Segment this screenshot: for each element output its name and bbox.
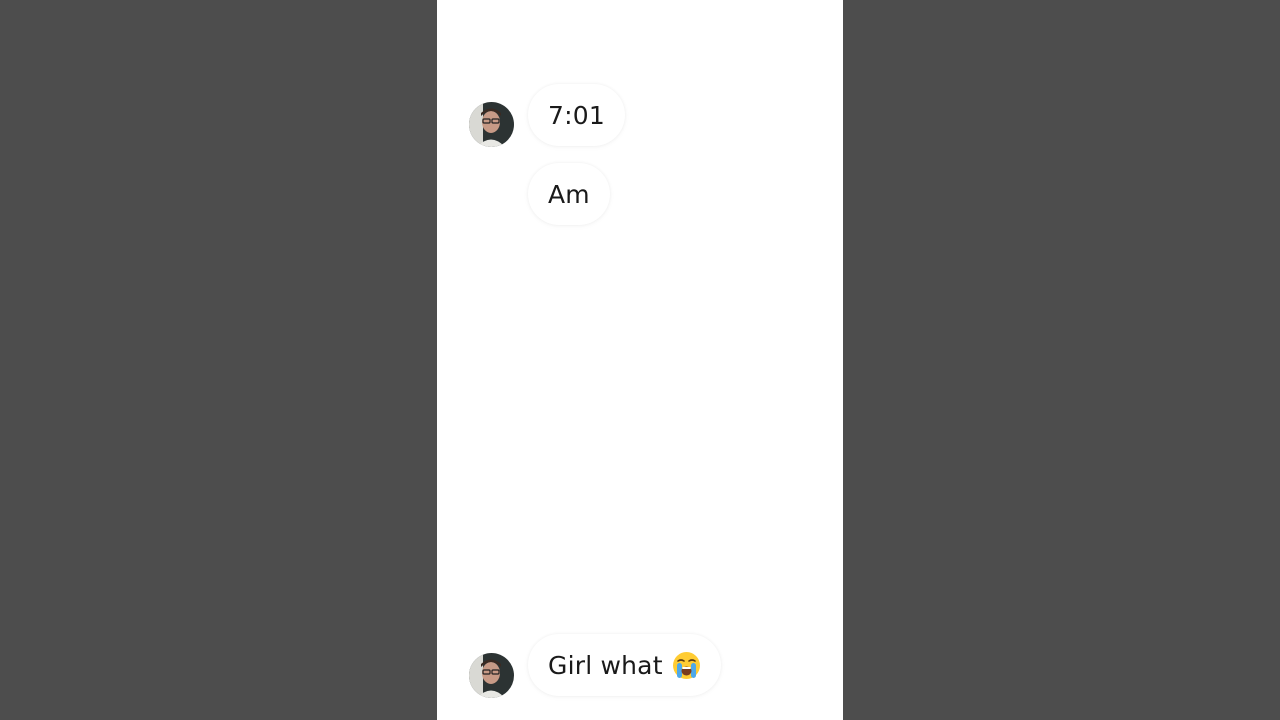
profile-photo-icon — [469, 653, 514, 698]
chat-screen[interactable]: 7:01 Am Girl what — [437, 0, 843, 720]
video-frame: 7:01 Am Girl what — [0, 0, 1280, 720]
profile-photo-icon — [469, 102, 514, 147]
message-text: 7:01 — [548, 100, 605, 130]
message-bubble[interactable]: 7:01 — [528, 84, 625, 146]
contact-avatar[interactable] — [469, 653, 514, 698]
contact-avatar[interactable] — [469, 102, 514, 147]
loudly-crying-face-icon — [672, 651, 701, 680]
message-text: Girl what — [548, 650, 663, 680]
message-bubble[interactable]: Girl what — [528, 634, 721, 696]
message-text: Am — [548, 179, 590, 209]
message-bubble[interactable]: Am — [528, 163, 610, 225]
